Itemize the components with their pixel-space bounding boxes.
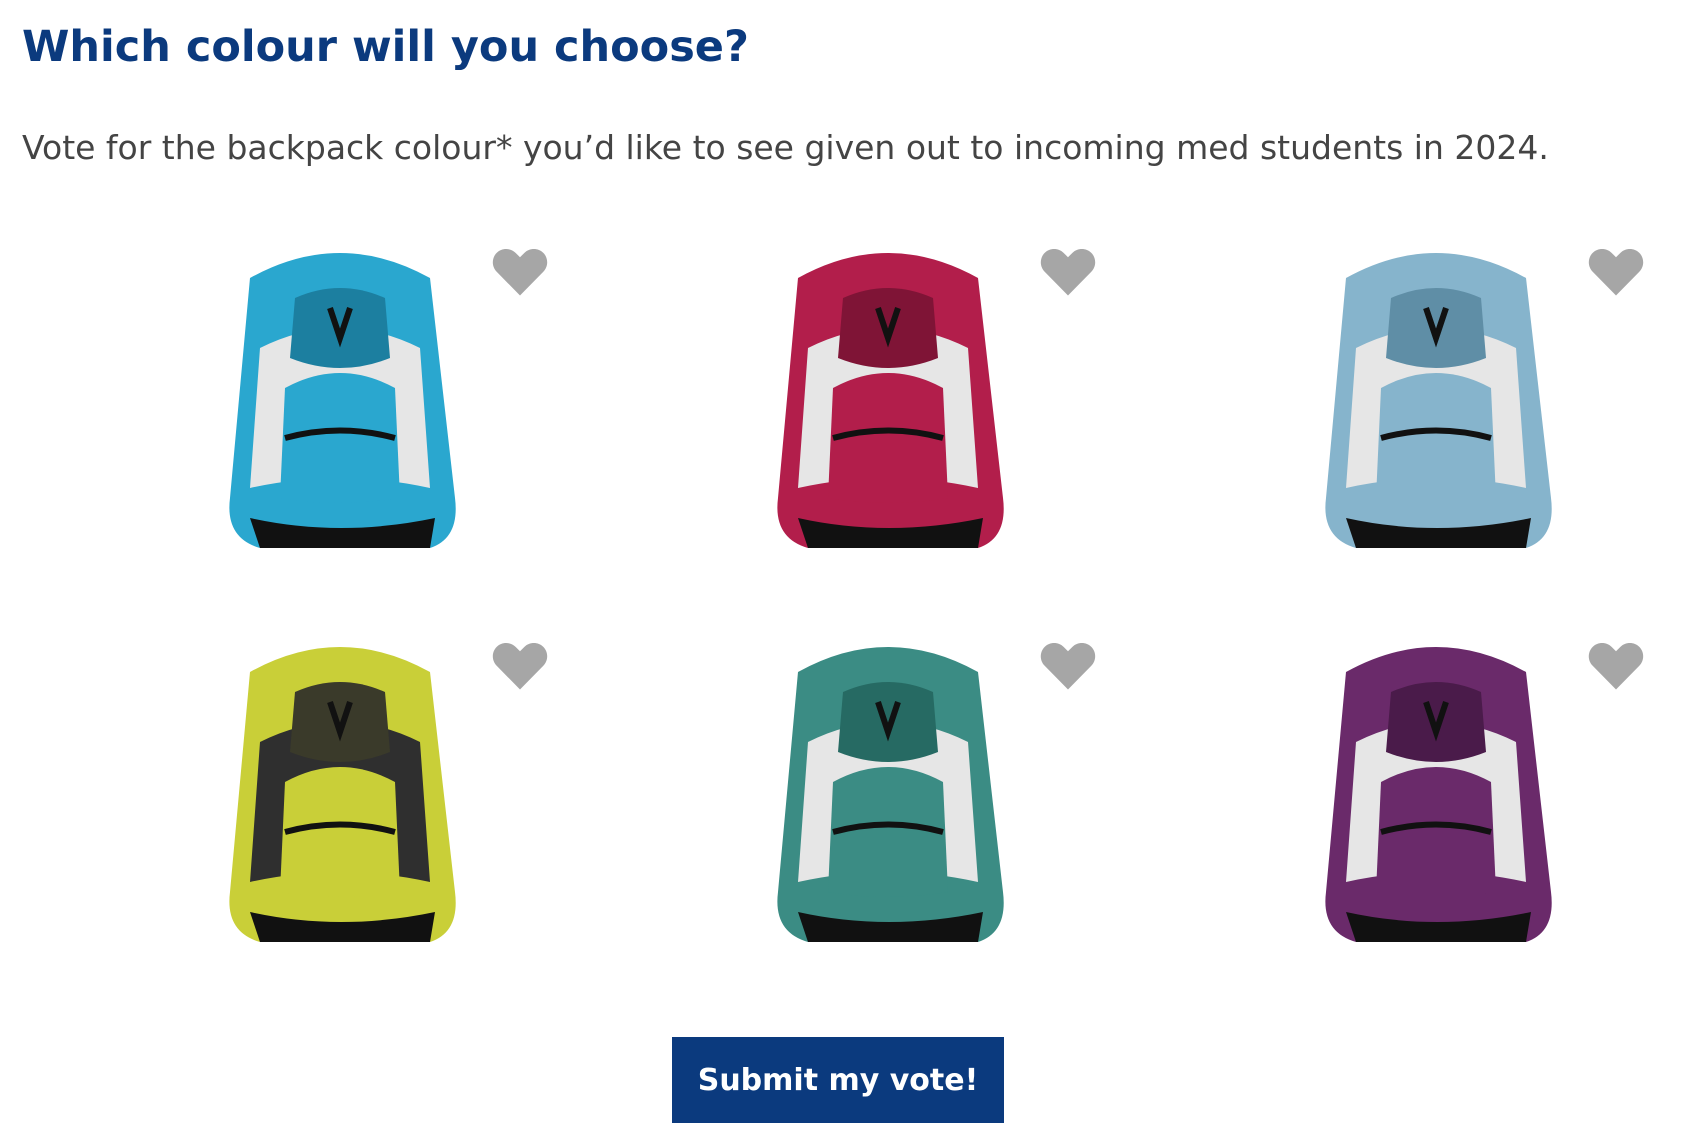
heart-icon[interactable]: [1038, 638, 1098, 692]
backpack-option: [1286, 632, 1646, 972]
heart-icon[interactable]: [1586, 244, 1646, 298]
submit-vote-button[interactable]: Submit my vote!: [672, 1037, 1004, 1123]
heart-icon[interactable]: [490, 244, 550, 298]
backpack-option: [1286, 238, 1646, 578]
heart-icon[interactable]: [490, 638, 550, 692]
backpack-image: [777, 647, 1004, 942]
backpack-option: [738, 238, 1098, 578]
heart-icon[interactable]: [1586, 638, 1646, 692]
backpack-image: [1325, 647, 1552, 942]
backpack-image: [777, 253, 1004, 548]
backpack-image: [1325, 253, 1552, 548]
backpack-image: [229, 253, 456, 548]
backpack-option: [738, 632, 1098, 972]
backpack-grid: [0, 0, 1700, 1142]
backpack-option: [190, 632, 550, 972]
backpack-option: [190, 238, 550, 578]
backpack-image: [229, 647, 456, 942]
heart-icon[interactable]: [1038, 244, 1098, 298]
